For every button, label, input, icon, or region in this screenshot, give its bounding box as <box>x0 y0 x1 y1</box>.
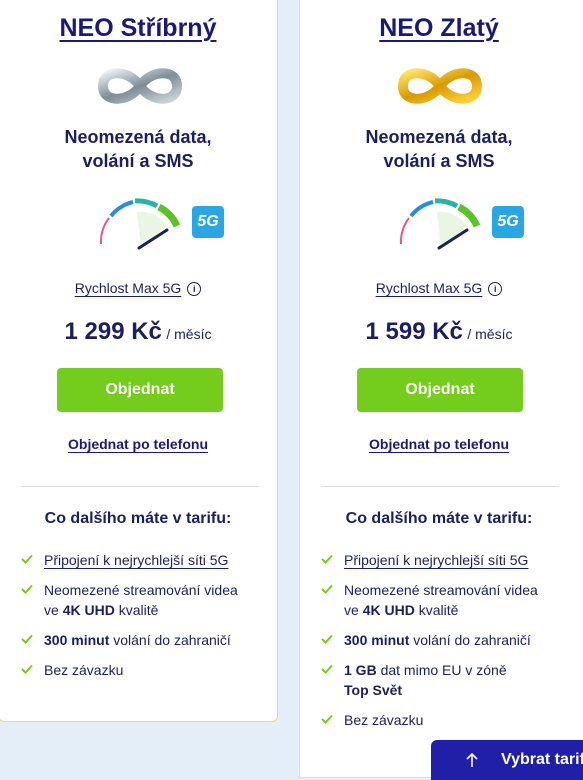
plan-card-neo-stribrny: NEO Stříbrný Neomezená data, volání a SM… <box>0 0 278 722</box>
feature-item: 300 minut volání do zahraničí <box>21 630 267 650</box>
order-by-phone-link[interactable]: Objednat po telefonu <box>300 436 578 452</box>
feature-text: kvalitě <box>118 602 159 618</box>
feature-bold: 4K UHD <box>62 602 115 618</box>
feature-bold: Top Svět <box>344 682 403 698</box>
speed-info[interactable]: Rychlost Max 5G i <box>300 280 578 296</box>
feature-text: dat mimo EU v zóně <box>380 662 507 678</box>
plan-headline: Neomezená data, volání a SMS <box>64 127 212 171</box>
check-icon <box>21 634 33 644</box>
speed-label[interactable]: Rychlost Max 5G <box>376 280 483 296</box>
speed-gauge-icon <box>99 198 181 250</box>
feature-item: Bez závazku <box>21 660 267 680</box>
check-icon <box>321 554 333 564</box>
info-icon[interactable]: i <box>187 282 202 296</box>
divider <box>21 486 259 487</box>
check-icon <box>321 714 333 724</box>
order-button[interactable]: Objednat <box>57 368 223 412</box>
feature-text: kvalitě <box>418 602 459 618</box>
silver-infinity-icon <box>98 68 182 104</box>
feature-item: Připojení k nejrychlejší síti 5G <box>321 550 578 570</box>
feature-item: Neomezené streamování videa ve 4K UHD kv… <box>21 580 267 620</box>
5g-badge: 5G <box>492 206 524 238</box>
plan-title[interactable]: NEO Stříbrný <box>0 14 277 43</box>
feature-text: Bez závazku <box>44 662 124 678</box>
feature-bold: 300 minut <box>44 632 110 648</box>
check-icon <box>21 554 33 564</box>
choose-tariff-button[interactable]: Vybrat tarif <box>431 740 583 780</box>
speed-label[interactable]: Rychlost Max 5G <box>75 280 182 296</box>
feature-item: Neomezené streamování videa ve 4K UHD kv… <box>321 580 578 620</box>
feature-item: Připojení k nejrychlejší síti 5G <box>21 550 267 570</box>
feature-bold: 4K UHD <box>362 602 415 618</box>
5g-badge: 5G <box>192 206 224 238</box>
price-unit: / měsíc <box>467 326 513 342</box>
feature-text: ve <box>44 602 59 618</box>
feature-list: Připojení k nejrychlejší síti 5G Neomeze… <box>321 550 578 740</box>
plan-card-neo-zlaty: NEO Zlatý Neomezená data, volání a SMS 5… <box>299 0 583 778</box>
feature-text: ve <box>344 602 359 618</box>
divider <box>321 486 559 487</box>
feature-text: Neomezené streamování videa <box>344 582 538 598</box>
plan-headline: Neomezená data, volání a SMS <box>365 127 513 171</box>
speed-gauge-icon <box>399 198 481 250</box>
gold-infinity-icon <box>398 68 482 104</box>
extras-title: Co dalšího máte v tarifu: <box>44 510 232 527</box>
feature-item: Bez závazku <box>321 710 578 730</box>
plan-title[interactable]: NEO Zlatý <box>300 14 578 43</box>
feature-item: 1 GB dat mimo EU v zóně Top Svět <box>321 660 578 700</box>
feature-text: volání do zahraničí <box>113 632 231 648</box>
feature-list: Připojení k nejrychlejší síti 5G Neomeze… <box>21 550 267 690</box>
choose-tariff-label: Vybrat tarif <box>501 751 583 768</box>
feature-text: Bez závazku <box>344 712 424 728</box>
extras-title: Co dalšího máte v tarifu: <box>345 510 533 527</box>
price: 1 599 Kč / měsíc <box>300 318 578 346</box>
price-amount: 1 599 Kč <box>365 318 463 345</box>
feature-link[interactable]: Připojení k nejrychlejší síti 5G <box>44 552 228 568</box>
feature-bold: 300 minut <box>344 632 410 648</box>
feature-item: 300 minut volání do zahraničí <box>321 630 578 650</box>
speed-info[interactable]: Rychlost Max 5G i <box>0 280 277 296</box>
arrow-up-icon <box>466 752 478 767</box>
check-icon <box>21 664 33 674</box>
order-by-phone-link[interactable]: Objednat po telefonu <box>0 436 277 452</box>
feature-link[interactable]: Připojení k nejrychlejší síti 5G <box>344 552 528 568</box>
feature-text: volání do zahraničí <box>413 632 531 648</box>
feature-text: Neomezené streamování videa <box>44 582 238 598</box>
price-amount: 1 299 Kč <box>64 318 162 345</box>
check-icon <box>321 634 333 644</box>
price-unit: / měsíc <box>166 326 212 342</box>
order-button[interactable]: Objednat <box>357 368 523 412</box>
price: 1 299 Kč / měsíc <box>0 318 277 346</box>
feature-bold: 1 GB <box>344 662 377 678</box>
info-icon[interactable]: i <box>488 282 503 296</box>
check-icon <box>321 664 333 674</box>
check-icon <box>21 584 33 594</box>
check-icon <box>321 584 333 594</box>
